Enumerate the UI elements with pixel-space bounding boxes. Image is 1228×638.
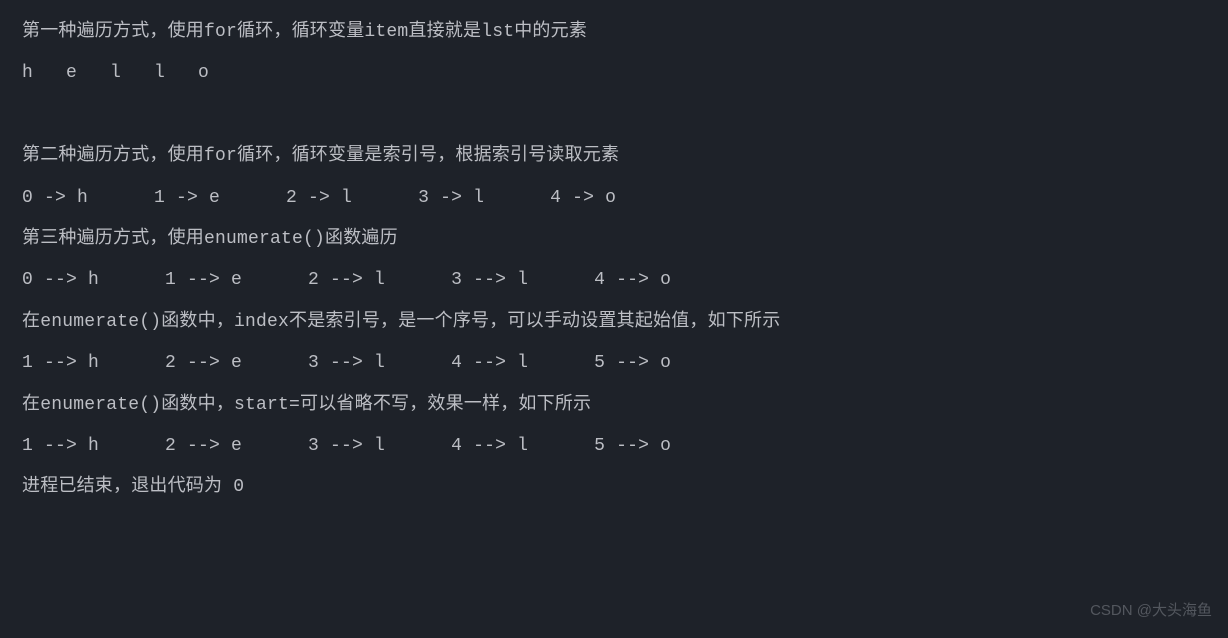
output-line: 1 --> h 2 --> e 3 --> l 4 --> l 5 --> o <box>22 343 1206 384</box>
output-line: 在enumerate()函数中，index不是索引号，是一个序号，可以手动设置其… <box>22 302 1206 343</box>
console-output: 第一种遍历方式，使用for循环，循环变量item直接就是lst中的元素 h e … <box>22 12 1206 509</box>
output-line: 在enumerate()函数中，start=可以省略不写，效果一样，如下所示 <box>22 385 1206 426</box>
output-blank-line <box>22 95 1206 136</box>
output-line: 第三种遍历方式，使用enumerate()函数遍历 <box>22 219 1206 260</box>
output-line: 0 -> h 1 -> e 2 -> l 3 -> l 4 -> o <box>22 178 1206 219</box>
output-line: h e l l o <box>22 53 1206 94</box>
output-line: 1 --> h 2 --> e 3 --> l 4 --> l 5 --> o <box>22 426 1206 467</box>
output-line: 进程已结束，退出代码为 0 <box>22 467 1206 508</box>
output-line: 第二种遍历方式，使用for循环，循环变量是索引号，根据索引号读取元素 <box>22 136 1206 177</box>
output-line: 第一种遍历方式，使用for循环，循环变量item直接就是lst中的元素 <box>22 12 1206 53</box>
watermark: CSDN @大头海鱼 <box>1090 594 1212 629</box>
output-line: 0 --> h 1 --> e 2 --> l 3 --> l 4 --> o <box>22 260 1206 301</box>
